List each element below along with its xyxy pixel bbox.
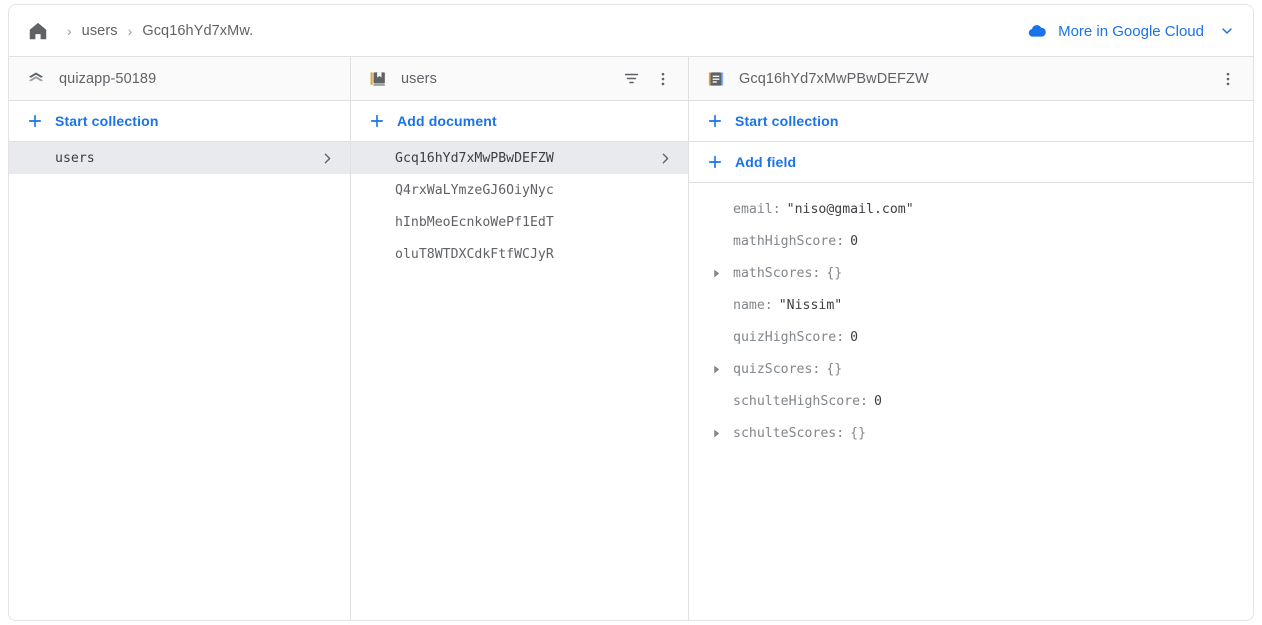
field-row-quizScores[interactable]: quizScores : {} — [689, 353, 1253, 385]
home-icon[interactable] — [23, 16, 53, 46]
expand-triangle-icon[interactable] — [711, 364, 733, 375]
field-value: "niso@gmail.com" — [786, 201, 914, 217]
more-in-google-cloud-label: More in Google Cloud — [1058, 22, 1204, 40]
document-panel-actions — [1213, 64, 1243, 94]
table-row[interactable]: Gcq16hYd7xMwPBwDEFZW — [351, 142, 688, 174]
field-row-schulteScores[interactable]: schulteScores : {} — [689, 417, 1253, 449]
field-row-email[interactable]: email : "niso@gmail.com" — [689, 193, 1253, 225]
collection-name: users — [401, 70, 437, 87]
firestore-data-browser: › users › Gcq16hYd7xMw. More in Google C… — [0, 0, 1262, 625]
collection-panel-actions — [616, 64, 678, 94]
chevron-right-icon — [319, 150, 336, 167]
field-colon: : — [812, 361, 821, 377]
field-value: {} — [850, 425, 867, 441]
collection-panel: users Add document Gcq16hYd7xMwPBwDEFZW … — [351, 57, 689, 620]
table-row[interactable]: hInbMeoEcnkoWePf1EdT — [351, 206, 688, 238]
firestore-database-icon — [25, 68, 47, 90]
field-colon: : — [860, 393, 868, 409]
breadcrumb-separator-1: › — [67, 22, 72, 39]
document-panel: Gcq16hYd7xMwPBwDEFZW Start collection Ad… — [689, 57, 1253, 620]
console-card: › users › Gcq16hYd7xMw. More in Google C… — [8, 4, 1254, 621]
field-colon: : — [836, 233, 845, 249]
database-name: quizapp-50189 — [59, 70, 157, 87]
start-collection-label-right: Start collection — [735, 113, 839, 129]
field-list: email : "niso@gmail.com" mathHighScore :… — [689, 183, 1253, 449]
add-field-label: Add field — [735, 154, 797, 170]
field-key: mathHighScore — [733, 233, 837, 249]
field-colon: : — [812, 265, 821, 281]
collection-panel-header: users — [351, 57, 688, 101]
add-field-button[interactable]: Add field — [689, 142, 1253, 183]
panels-container: quizapp-50189 Start collection users use… — [9, 57, 1253, 620]
more-vert-icon[interactable] — [648, 64, 678, 94]
document-icon — [705, 68, 727, 90]
field-colon: : — [836, 425, 845, 441]
expand-triangle-icon[interactable] — [711, 268, 733, 279]
field-colon: : — [836, 329, 845, 345]
document-panel-header: Gcq16hYd7xMwPBwDEFZW — [689, 57, 1253, 101]
field-value: {} — [826, 265, 843, 281]
add-document-label: Add document — [397, 113, 497, 129]
field-row-mathScores[interactable]: mathScores : {} — [689, 257, 1253, 289]
field-colon: : — [764, 297, 773, 313]
plus-icon — [367, 111, 387, 131]
field-key: quizHighScore — [733, 329, 837, 345]
document-row-label: Gcq16hYd7xMwPBwDEFZW — [395, 150, 554, 166]
document-row-label: oluT8WTDXCdkFtfWCJyR — [395, 246, 554, 262]
breadcrumb-separator-2: › — [127, 22, 133, 39]
database-panel: quizapp-50189 Start collection users — [9, 57, 351, 620]
field-value: 0 — [850, 329, 859, 345]
plus-icon — [705, 152, 725, 172]
field-value: 0 — [850, 233, 859, 249]
add-document-button[interactable]: Add document — [351, 101, 688, 142]
collection-list: users — [9, 142, 350, 174]
breadcrumb-item-document[interactable]: Gcq16hYd7xMw. — [142, 23, 253, 39]
field-key: quizScores — [733, 361, 813, 377]
plus-icon — [705, 111, 725, 131]
database-panel-header: quizapp-50189 — [9, 57, 350, 101]
filter-icon[interactable] — [616, 64, 646, 94]
document-row-label: Q4rxWaLYmzeGJ6OiyNyc — [395, 182, 554, 198]
plus-icon — [25, 111, 45, 131]
more-in-google-cloud-button[interactable]: More in Google Cloud — [1027, 5, 1235, 57]
cloud-icon — [1027, 20, 1049, 42]
chevron-right-icon — [657, 150, 674, 167]
breadcrumb: › users › Gcq16hYd7xMw. — [23, 16, 253, 46]
field-key: email — [733, 201, 773, 217]
field-value: {} — [826, 361, 843, 377]
field-key: schulteHighScore — [733, 393, 861, 409]
breadcrumb-item-users[interactable]: users — [82, 23, 118, 39]
field-row-mathHighScore[interactable]: mathHighScore : 0 — [689, 225, 1253, 257]
document-id: Gcq16hYd7xMwPBwDEFZW — [739, 70, 929, 87]
start-collection-button-right[interactable]: Start collection — [689, 101, 1253, 142]
field-value: "Nissim" — [778, 297, 843, 313]
table-row[interactable]: Q4rxWaLYmzeGJ6OiyNyc — [351, 174, 688, 206]
chevron-down-icon[interactable] — [1219, 23, 1235, 39]
field-key: name — [733, 297, 765, 313]
collection-row-label: users — [55, 150, 95, 166]
field-key: mathScores — [733, 265, 813, 281]
start-collection-button-left[interactable]: Start collection — [9, 101, 350, 142]
expand-triangle-icon[interactable] — [711, 428, 733, 439]
field-row-quizHighScore[interactable]: quizHighScore : 0 — [689, 321, 1253, 353]
document-row-label: hInbMeoEcnkoWePf1EdT — [395, 214, 554, 230]
field-value: 0 — [874, 393, 882, 409]
breadcrumb-bar: › users › Gcq16hYd7xMw. More in Google C… — [9, 5, 1253, 57]
table-row[interactable]: oluT8WTDXCdkFtfWCJyR — [351, 238, 688, 270]
more-vert-icon[interactable] — [1213, 64, 1243, 94]
start-collection-label-left: Start collection — [55, 113, 159, 129]
field-colon: : — [772, 201, 781, 217]
field-row-schulteHighScore[interactable]: schulteHighScore : 0 — [689, 385, 1253, 417]
document-list: Gcq16hYd7xMwPBwDEFZW Q4rxWaLYmzeGJ6OiyNy… — [351, 142, 688, 270]
collection-row-users[interactable]: users — [9, 142, 350, 174]
collection-icon — [367, 68, 389, 90]
field-key: schulteScores — [733, 425, 837, 441]
field-row-name[interactable]: name : "Nissim" — [689, 289, 1253, 321]
